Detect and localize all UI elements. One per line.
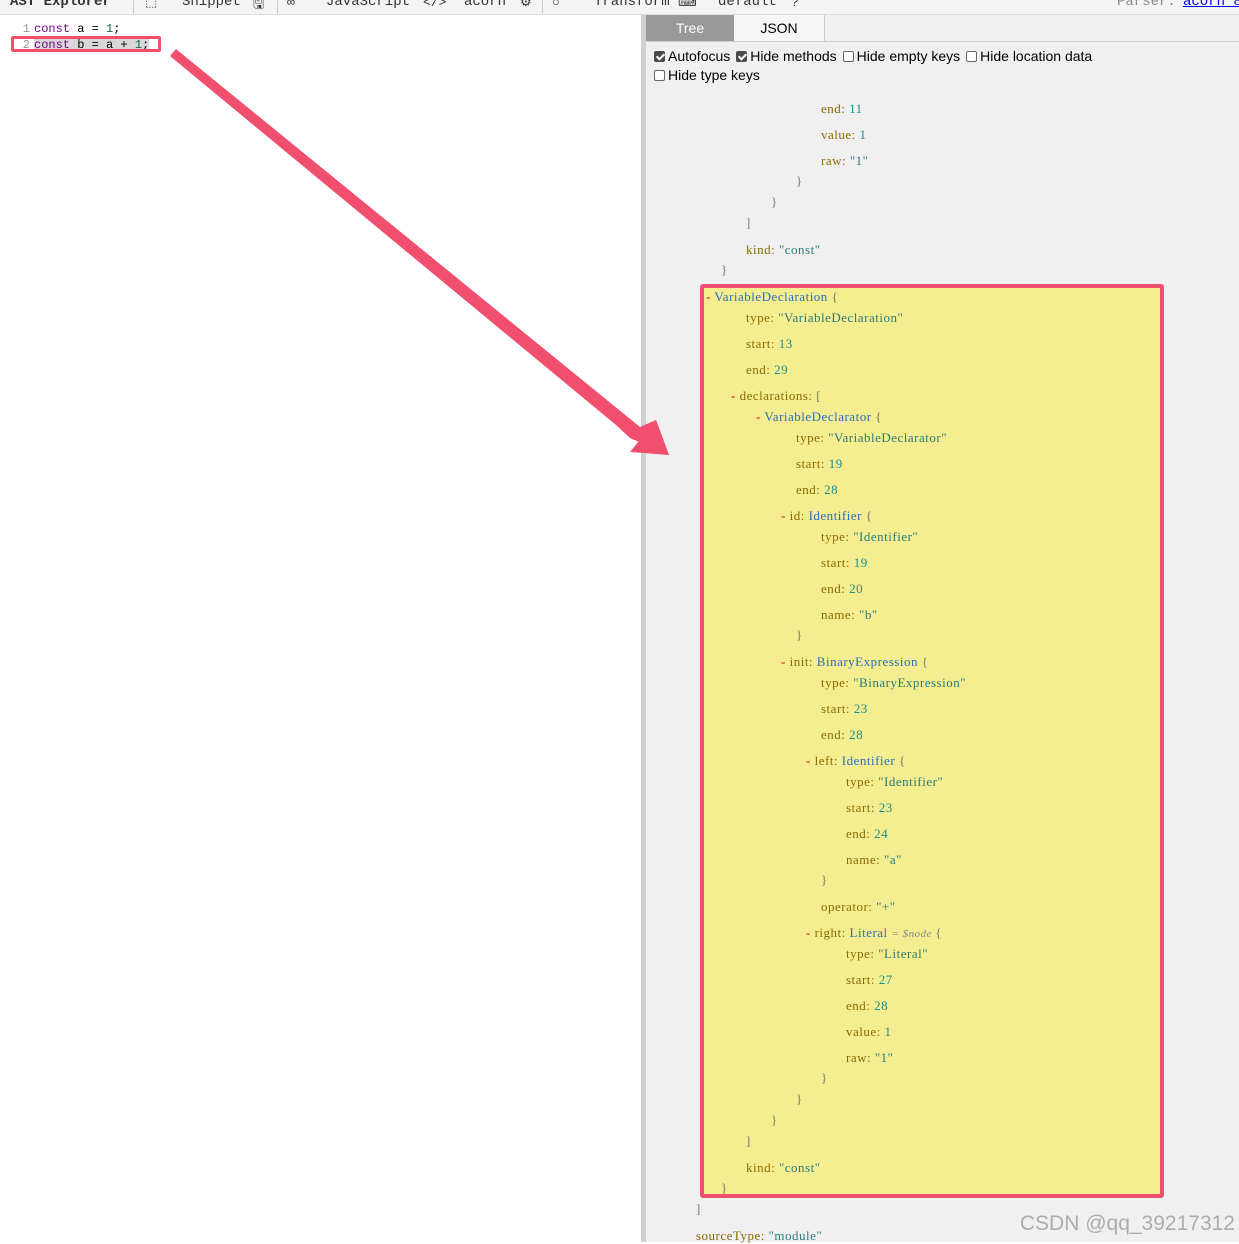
watermark: CSDN @qq_39217312 — [1019, 1212, 1235, 1235]
annotation-arrow — [170, 49, 669, 455]
